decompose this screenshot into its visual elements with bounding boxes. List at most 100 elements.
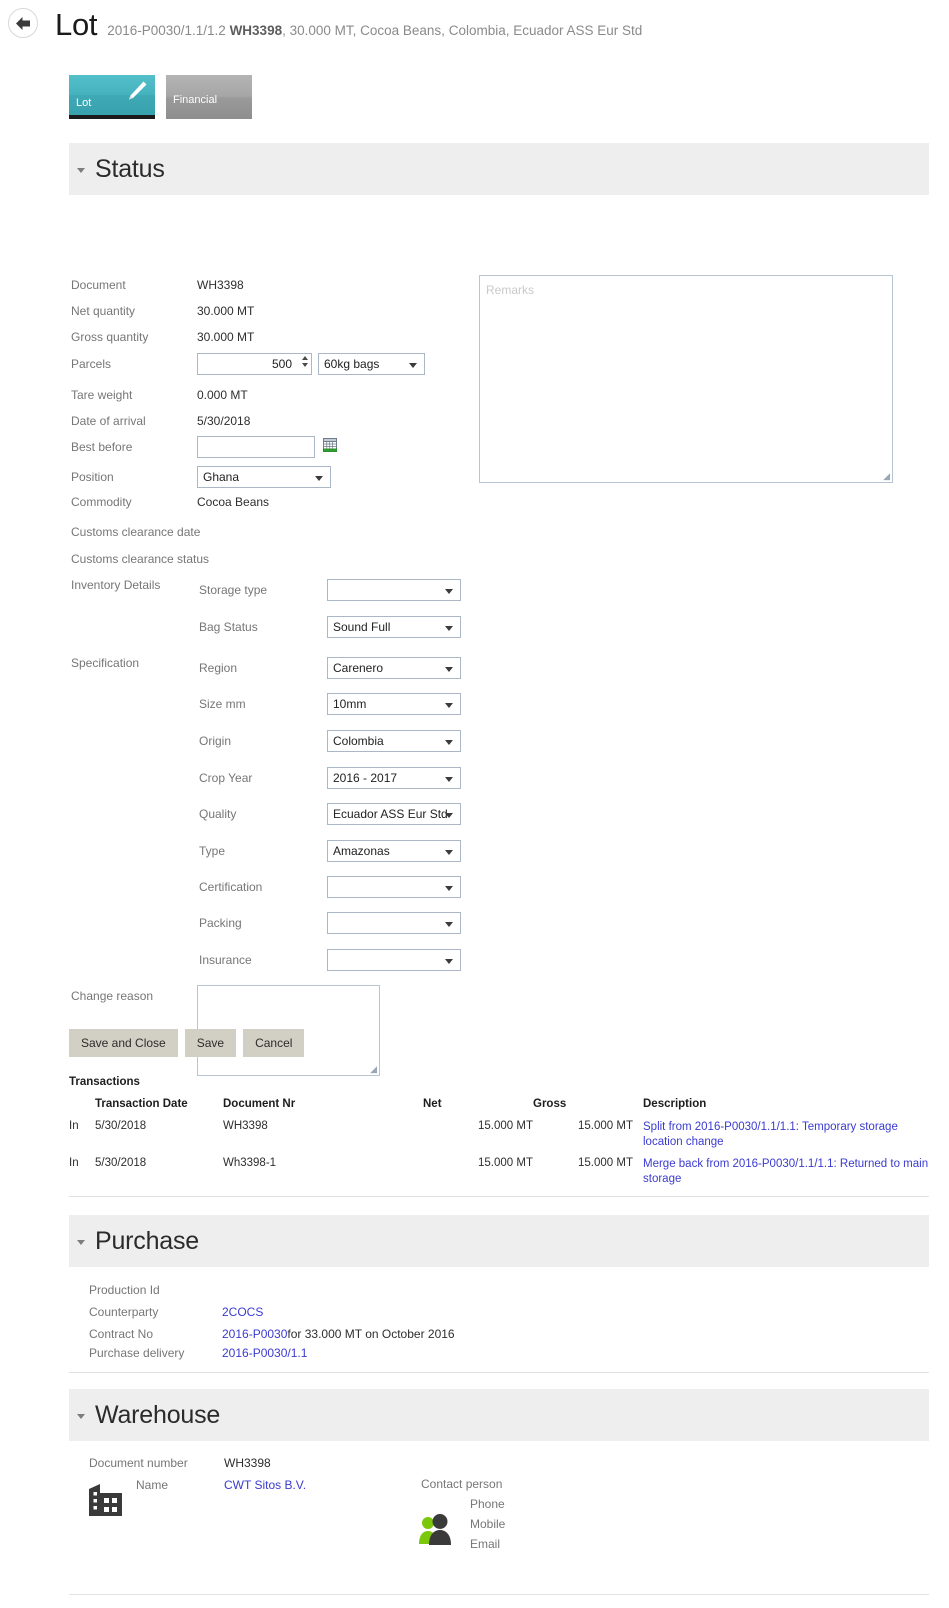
spinner-up-icon[interactable] — [302, 356, 308, 360]
field-mobile-label: Mobile — [470, 1517, 506, 1531]
field-document: Document WH3398 — [71, 278, 244, 292]
packing-dropdown[interactable] — [327, 912, 461, 934]
inventory-details-label: Inventory Details — [71, 578, 161, 592]
field-contact-person: Contact person — [421, 1477, 502, 1491]
insurance-dropdown[interactable] — [327, 949, 461, 971]
save-and-close-button[interactable]: Save and Close — [69, 1029, 178, 1057]
calendar-icon[interactable] — [323, 437, 337, 457]
divider — [69, 1594, 929, 1595]
quality-dropdown[interactable]: Ecuador ASS Eur Std — [327, 803, 461, 825]
divider — [69, 1196, 929, 1197]
back-button[interactable] — [8, 8, 38, 38]
section-header-status[interactable]: Status — [69, 143, 929, 195]
field-warehouse-document-number-value: WH3398 — [224, 1456, 271, 1470]
field-customs-clearance-status: Customs clearance status — [71, 552, 251, 566]
contract-no-link[interactable]: 2016-P0030 — [222, 1327, 287, 1341]
field-production-id-label: Production Id — [89, 1283, 160, 1297]
subtitle-suffix: , 30.000 MT, Cocoa Beans, Colombia, Ecua… — [282, 23, 643, 38]
parcels-unit-dropdown[interactable]: 60kg bags — [318, 353, 425, 375]
chevron-down-icon — [445, 703, 453, 708]
field-gross-quantity-label: Gross quantity — [71, 330, 149, 344]
best-before-input[interactable] — [197, 436, 315, 458]
parcels-stepper[interactable]: 500 — [197, 353, 312, 375]
field-origin: Origin Colombia — [199, 730, 461, 752]
field-contract-no: Contract No 2016-P0030 for 33.000 MT on … — [89, 1327, 455, 1341]
field-purchase-delivery: Purchase delivery 2016-P0030/1.1 — [89, 1346, 307, 1360]
remarks-textarea[interactable]: Remarks ◢ — [479, 275, 893, 483]
divider — [69, 1372, 929, 1373]
transactions-table: Transaction Date Document Nr Net Gross D… — [69, 1098, 929, 1191]
region-value: Carenero — [333, 661, 384, 675]
field-insurance-label: Insurance — [199, 953, 252, 967]
crop-year-dropdown[interactable]: 2016 - 2017 — [327, 767, 461, 789]
position-value: Ghana — [203, 470, 240, 484]
field-tare-weight: Tare weight 0.000 MT — [71, 388, 248, 402]
page-title: Lot — [55, 7, 98, 42]
spinner-down-icon[interactable] — [302, 363, 308, 367]
page-subtitle: 2016-P0030/1.1/1.2 WH3398, 30.000 MT, Co… — [107, 21, 642, 41]
chevron-down-icon — [445, 777, 453, 782]
size-mm-dropdown[interactable]: 10mm — [327, 693, 461, 715]
group-label-inventory-details: Inventory Details — [71, 578, 160, 592]
chevron-down-icon — [445, 589, 453, 594]
field-certification-label: Certification — [199, 880, 263, 894]
type-value: Amazonas — [333, 844, 390, 858]
page-header: Lot 2016-P0030/1.1/1.2 WH3398, 30.000 MT… — [0, 0, 949, 60]
field-net-quantity-label: Net quantity — [71, 304, 136, 318]
position-dropdown[interactable]: Ghana — [197, 466, 331, 488]
section-header-warehouse[interactable]: Warehouse — [69, 1389, 929, 1441]
tab-financial[interactable]: Financial — [166, 75, 252, 119]
field-mobile: Mobile — [470, 1517, 505, 1531]
origin-dropdown[interactable]: Colombia — [327, 730, 461, 752]
field-warehouse-document-number: Document number WH3398 — [89, 1456, 271, 1470]
counterparty-link[interactable]: 2COCS — [222, 1305, 263, 1319]
cell-net: 15.000 MT — [478, 1120, 533, 1132]
warehouse-name-link[interactable]: CWT Sitos B.V. — [224, 1478, 306, 1492]
certification-dropdown[interactable] — [327, 876, 461, 898]
field-origin-label: Origin — [199, 734, 232, 748]
cell-net: 15.000 MT — [478, 1157, 533, 1169]
contact-person-icon — [417, 1513, 455, 1552]
resize-grip-icon[interactable]: ◢ — [370, 1065, 377, 1074]
crop-year-value: 2016 - 2017 — [333, 771, 398, 785]
transactions-title: Transactions — [69, 1076, 140, 1088]
section-title-status: Status — [95, 154, 165, 183]
field-quality: Quality Ecuador ASS Eur Std — [199, 803, 461, 825]
cancel-button[interactable]: Cancel — [243, 1029, 305, 1057]
field-date-of-arrival: Date of arrival 5/30/2018 — [71, 414, 250, 428]
storage-type-dropdown[interactable] — [327, 579, 461, 601]
parcels-spinner-buttons[interactable] — [302, 356, 308, 367]
field-certification: Certification — [199, 876, 461, 898]
tab-lot-label: Lot — [76, 97, 92, 109]
chevron-down-icon — [315, 476, 323, 481]
field-quality-label: Quality — [199, 807, 237, 821]
bag-status-dropdown[interactable]: Sound Full — [327, 616, 461, 638]
chevron-down-icon[interactable] — [77, 168, 85, 173]
origin-value: Colombia — [333, 734, 384, 748]
field-net-quantity-value: 30.000 MT — [197, 304, 255, 318]
save-button[interactable]: Save — [184, 1029, 237, 1057]
chevron-down-icon[interactable] — [77, 1240, 85, 1245]
field-warehouse-name: Name CWT Sitos B.V. — [136, 1478, 306, 1492]
chevron-down-icon — [445, 813, 453, 818]
tab-lot[interactable]: Lot — [69, 75, 155, 119]
field-position: Position Ghana — [71, 466, 331, 488]
field-document-label: Document — [71, 278, 126, 292]
field-tare-weight-value: 0.000 MT — [197, 388, 248, 402]
resize-grip-icon[interactable]: ◢ — [883, 472, 890, 481]
field-gross-quantity: Gross quantity 30.000 MT — [71, 330, 254, 344]
type-dropdown[interactable]: Amazonas — [327, 840, 461, 862]
chevron-down-icon[interactable] — [77, 1414, 85, 1419]
field-packing: Packing — [199, 912, 461, 934]
cell-description-link[interactable]: Merge back from 2016-P0030/1.1/1.1: Retu… — [643, 1158, 928, 1185]
chevron-down-icon — [445, 850, 453, 855]
parcels-input[interactable]: 500 — [198, 357, 311, 371]
purchase-delivery-link[interactable]: 2016-P0030/1.1 — [222, 1346, 307, 1360]
section-title-warehouse: Warehouse — [95, 1400, 221, 1429]
pencil-icon — [123, 79, 149, 110]
region-dropdown[interactable]: Carenero — [327, 657, 461, 679]
field-phone: Phone — [470, 1497, 505, 1511]
section-header-purchase[interactable]: Purchase — [69, 1215, 929, 1267]
col-direction — [69, 1098, 95, 1117]
cell-description-link[interactable]: Split from 2016-P0030/1.1/1.1: Temporary… — [643, 1121, 898, 1148]
